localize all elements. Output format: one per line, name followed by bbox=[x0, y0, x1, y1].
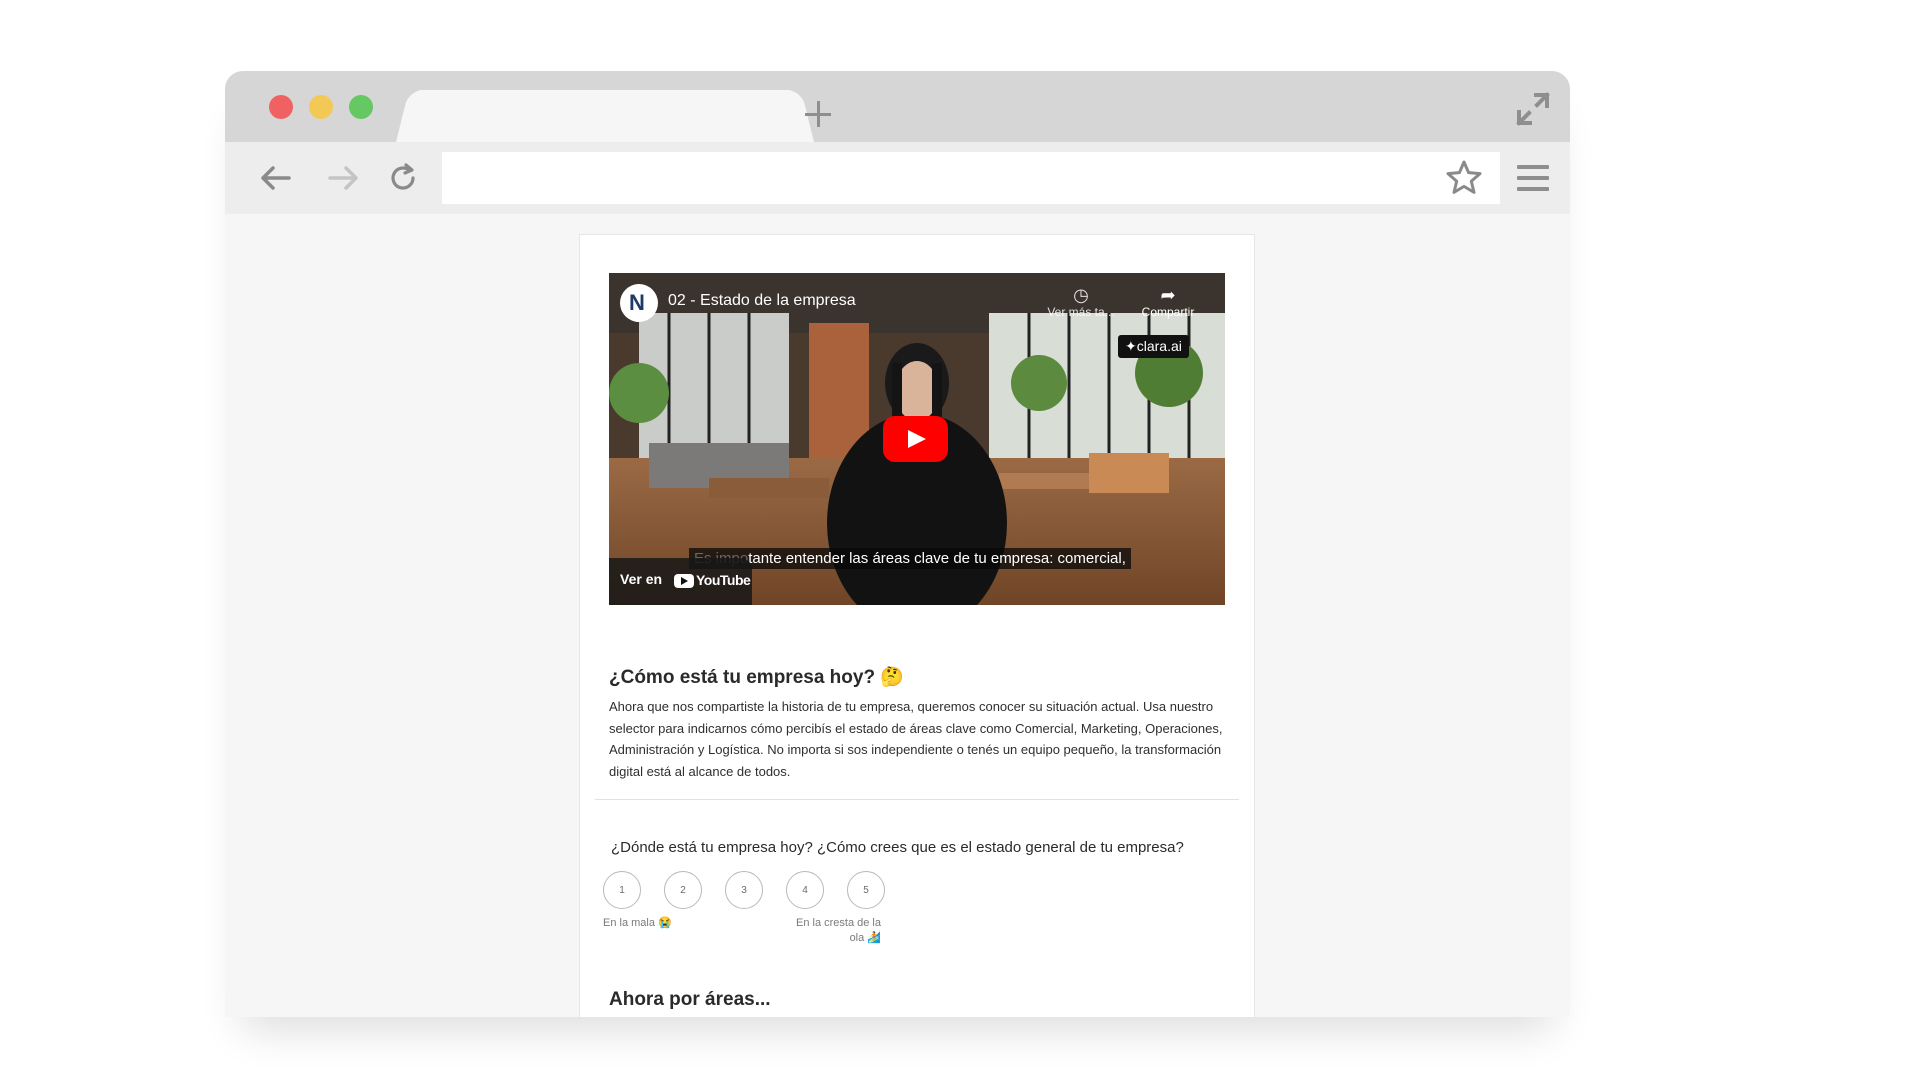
watch-later-button[interactable]: ◷ Ver más ta... bbox=[1041, 285, 1121, 319]
page-viewport: N 02 - Estado de la empresa ◷ Ver más ta… bbox=[225, 214, 1570, 1017]
rating-option-5[interactable]: 5 bbox=[847, 871, 885, 909]
video-embed[interactable]: N 02 - Estado de la empresa ◷ Ver más ta… bbox=[609, 273, 1225, 605]
share-icon: ➦ bbox=[1160, 285, 1176, 305]
browser-window: N 02 - Estado de la empresa ◷ Ver más ta… bbox=[225, 71, 1570, 1017]
active-tab[interactable] bbox=[420, 90, 790, 142]
next-section-title: Ahora por áreas... bbox=[609, 989, 771, 1010]
question-label: ¿Dónde está tu empresa hoy? ¿Cómo crees … bbox=[611, 839, 1184, 856]
youtube-label: YouTube bbox=[696, 572, 751, 588]
section-title: ¿Cómo está tu empresa hoy? 🤔 bbox=[609, 667, 904, 688]
youtube-icon bbox=[674, 574, 694, 589]
section-description: Ahora que nos compartiste la historia de… bbox=[609, 699, 1223, 779]
scale-high-label: En la cresta de la ola 🏄 bbox=[796, 917, 881, 944]
tab-bar bbox=[225, 71, 1570, 142]
watch-on-label: Ver en bbox=[620, 571, 663, 587]
channel-logo[interactable]: N bbox=[620, 284, 658, 322]
rating-option-2[interactable]: 2 bbox=[664, 871, 702, 909]
close-window-button[interactable] bbox=[269, 95, 293, 119]
divider bbox=[595, 799, 1239, 800]
youtube-logo: YouTube bbox=[674, 572, 751, 589]
arrow-left-icon[interactable] bbox=[258, 160, 294, 196]
play-icon[interactable] bbox=[883, 416, 948, 462]
video-caption: Es impotante entender las áreas clave de… bbox=[689, 548, 1131, 569]
caption-text: tante entender las áreas clave de tu emp… bbox=[748, 550, 1126, 567]
minimize-window-button[interactable] bbox=[309, 95, 333, 119]
hamburger-menu-icon[interactable] bbox=[1517, 165, 1549, 193]
expand-icon[interactable] bbox=[1513, 89, 1553, 129]
maximize-window-button[interactable] bbox=[349, 95, 373, 119]
form-card: N 02 - Estado de la empresa ◷ Ver más ta… bbox=[579, 234, 1255, 1017]
address-bar[interactable] bbox=[442, 152, 1500, 204]
rating-option-4[interactable]: 4 bbox=[786, 871, 824, 909]
share-label: Compartir bbox=[1141, 305, 1195, 319]
video-title[interactable]: 02 - Estado de la empresa bbox=[668, 292, 856, 310]
share-button[interactable]: ➦ Compartir bbox=[1133, 285, 1203, 319]
scale-low-label: En la mala 😭 bbox=[603, 917, 672, 929]
clock-icon: ◷ bbox=[1073, 285, 1089, 305]
plus-icon[interactable] bbox=[803, 99, 835, 131]
brand-badge: ✦clara.ai bbox=[1118, 335, 1189, 358]
watch-later-label: Ver más ta... bbox=[1047, 305, 1115, 319]
rating-option-1[interactable]: 1 bbox=[603, 871, 641, 909]
arrow-right-icon[interactable] bbox=[325, 160, 361, 196]
reload-icon[interactable] bbox=[385, 160, 421, 196]
watch-on-youtube-button[interactable]: Ver en YouTube bbox=[609, 558, 752, 605]
star-icon[interactable] bbox=[1445, 159, 1483, 197]
rating-option-3[interactable]: 3 bbox=[725, 871, 763, 909]
